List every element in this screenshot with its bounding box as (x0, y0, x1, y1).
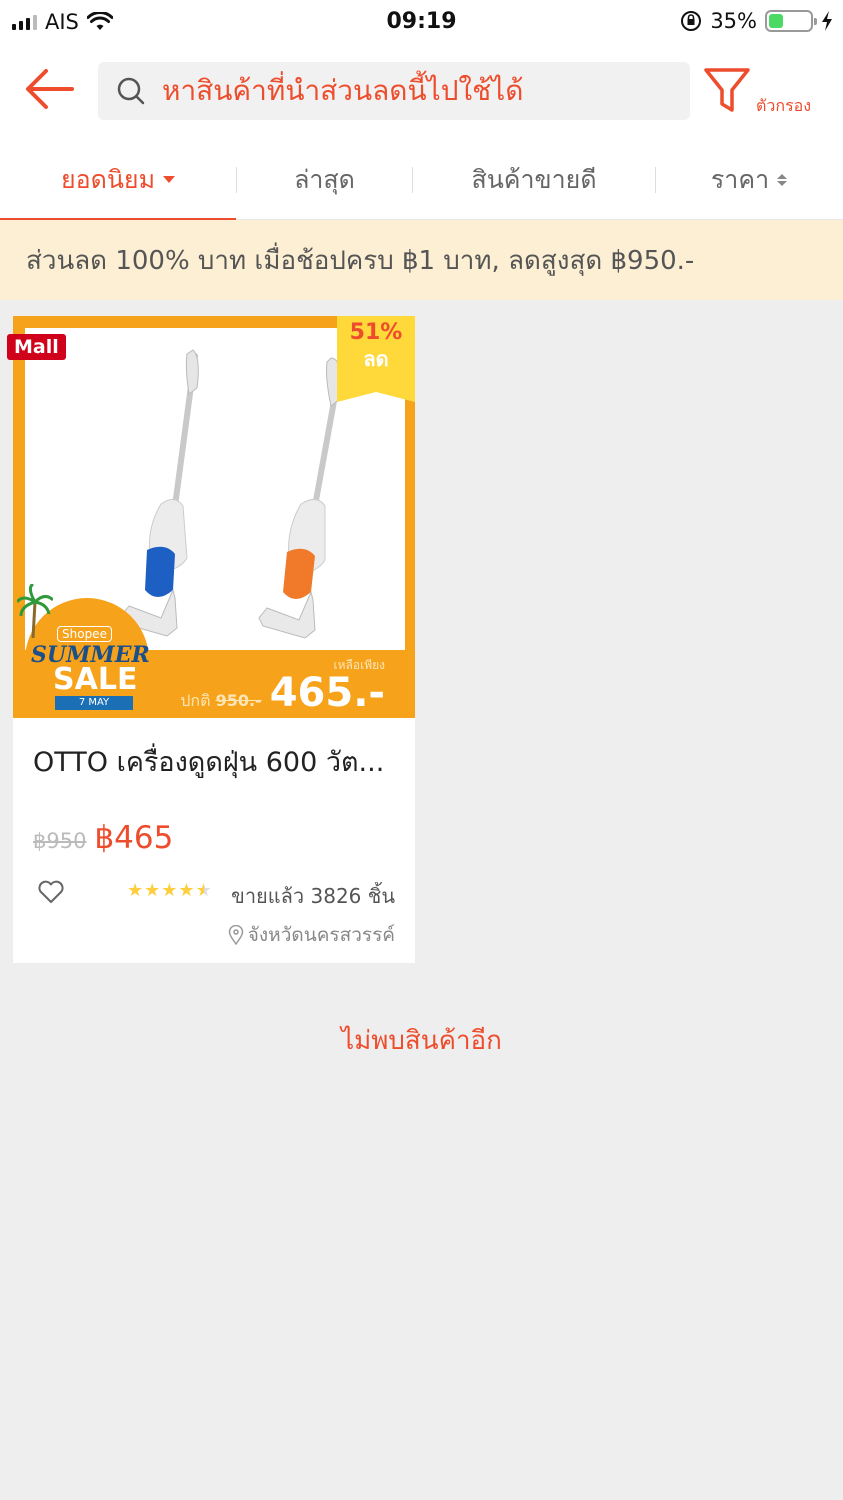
tab-label: ล่าสุด (294, 164, 355, 194)
search-header: หาสินค้าที่นำส่วนลดนี้ไปใช้ได้ ตัวกรอง (0, 44, 843, 140)
orientation-lock-icon (681, 11, 702, 31)
like-button[interactable] (37, 880, 65, 908)
promo-new-price: 465.- (269, 670, 385, 716)
location-text: จังหวัดนครสวรรค์ (247, 924, 395, 946)
product-name: OTTO เครื่องดูดฝุ่น 600 วัต... (33, 747, 385, 778)
sort-arrows-icon (777, 173, 788, 186)
product-image: Mall 51% ลด Shopee SUMMER SALE 7 MAY เหล… (7, 316, 415, 718)
discount-percent: 51% (349, 320, 403, 345)
discount-badge: 51% ลด (337, 316, 415, 402)
search-icon (117, 77, 145, 105)
caret-down-icon (163, 176, 176, 183)
status-right: 35% (680, 9, 833, 33)
battery-icon (765, 10, 817, 32)
star-full-icon: ★ (144, 880, 161, 901)
back-button[interactable] (20, 64, 80, 120)
filter-label: ตัวกรอง (756, 96, 812, 115)
tab-latest[interactable]: ล่าสุด (237, 140, 412, 220)
mall-badge: Mall (7, 334, 66, 360)
price-row: ฿950 ฿465 (33, 820, 173, 856)
tab-label: ยอดนิยม (60, 164, 156, 194)
search-placeholder: หาสินค้าที่นำส่วนลดนี้ไปใช้ได้ (162, 74, 524, 107)
star-full-icon: ★ (161, 880, 178, 901)
star-full-icon: ★ (127, 880, 144, 901)
star-half-icon: ★ (195, 880, 212, 901)
voucher-text: ส่วนลด 100% บาท เมื่อช้อปครบ ฿1 บาท, ลดส… (26, 245, 695, 276)
promo-old-value: 950.- (215, 691, 262, 710)
tab-popular[interactable]: ยอดนิยม (0, 140, 236, 221)
promo-old-prefix: ปกติ (180, 691, 211, 710)
location-pin-icon (228, 925, 244, 945)
battery-percent: 35% (710, 9, 757, 33)
filter-icon (704, 68, 750, 112)
shopee-label: Shopee (57, 626, 112, 642)
sold-count: ขายแล้ว 3826 ชิ้น (231, 884, 395, 908)
palm-tree-icon (17, 584, 53, 638)
sale-label: SALE (53, 662, 138, 697)
sort-tabs: ยอดนิยม ล่าสุด สินค้าขายดี ราคา (0, 140, 843, 221)
tab-label: ราคา (710, 164, 770, 194)
tab-label: สินค้าขายดี (471, 164, 597, 194)
product-meta: ★ ★ ★ ★ ★ ขายแล้ว 3826 ชิ้น (33, 878, 395, 908)
arrow-left-icon (26, 69, 74, 109)
location-row: จังหวัดนครสวรรค์ (228, 920, 395, 950)
product-card[interactable]: Mall 51% ลด Shopee SUMMER SALE 7 MAY เหล… (7, 316, 415, 963)
original-price: ฿950 (33, 829, 87, 853)
sale-date: 7 MAY (55, 696, 133, 710)
status-bar: AIS 09:19 35% (0, 0, 843, 44)
battery-level (769, 14, 783, 28)
charging-icon (822, 11, 832, 31)
promo-price: ปกติ 950.- 465.- (180, 670, 385, 716)
tab-best-selling[interactable]: สินค้าขายดี (413, 140, 655, 220)
filter-button[interactable]: ตัวกรอง (702, 66, 832, 126)
no-more-products: ไม่พบสินค้าอีก (341, 1026, 502, 1056)
sale-price: ฿465 (94, 820, 174, 856)
heart-icon (38, 880, 64, 903)
search-input[interactable]: หาสินค้าที่นำส่วนลดนี้ไปใช้ได้ (98, 62, 690, 120)
discount-label: ลด (363, 347, 389, 371)
promo-old-price: ปกติ 950.- (180, 689, 261, 714)
voucher-banner: ส่วนลด 100% บาท เมื่อช้อปครบ ฿1 บาท, ลดส… (0, 220, 843, 300)
tab-price[interactable]: ราคา (656, 140, 842, 220)
rating-stars: ★ ★ ★ ★ ★ (127, 880, 212, 901)
star-full-icon: ★ (178, 880, 195, 901)
